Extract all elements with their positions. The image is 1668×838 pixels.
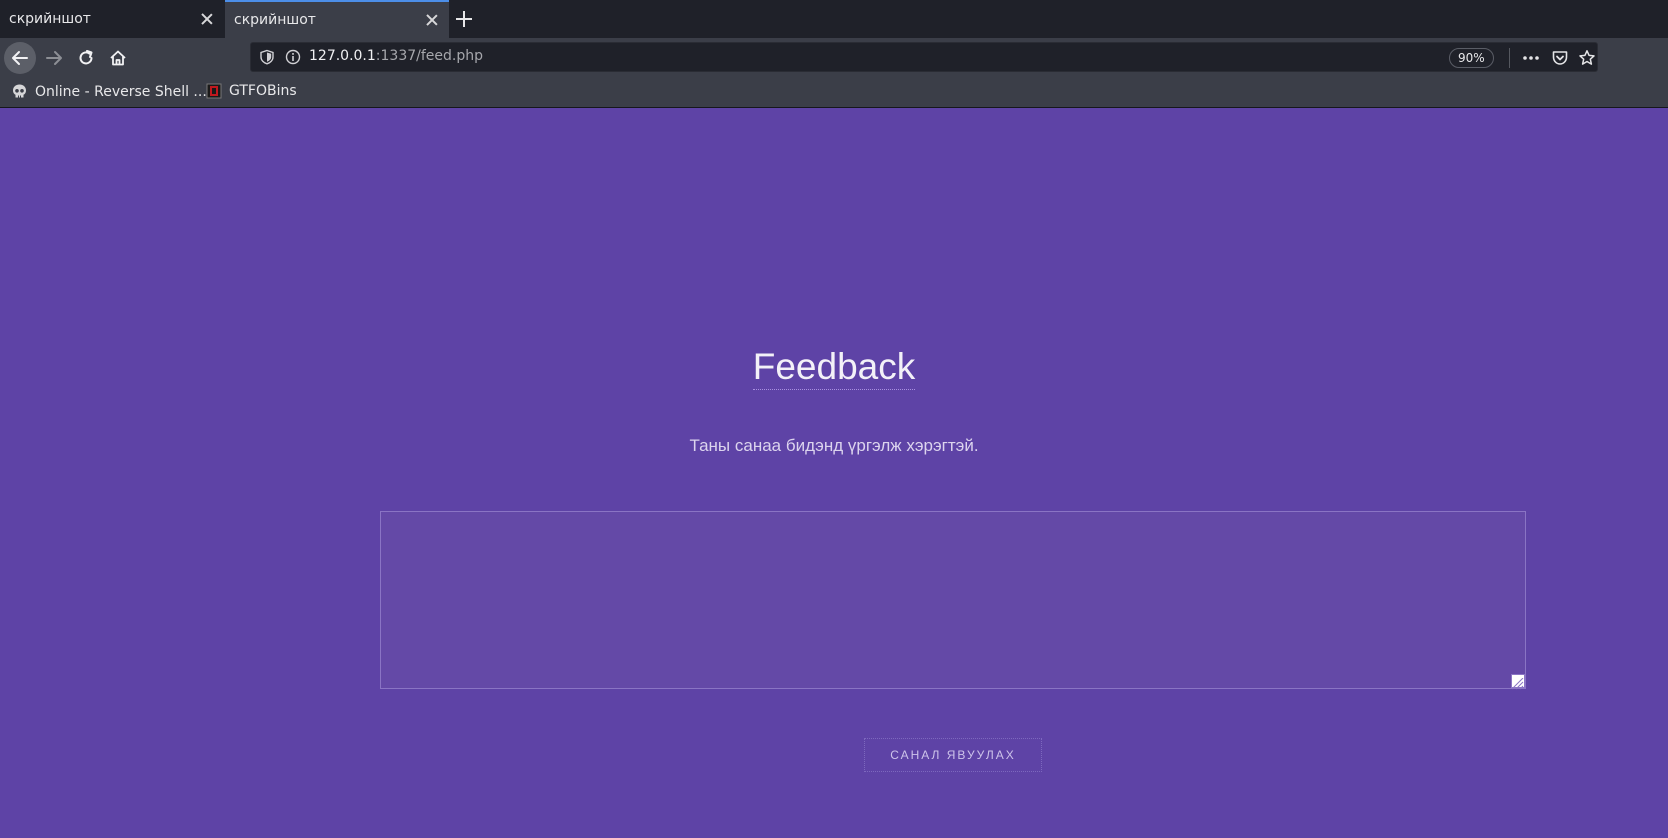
url-path: :1337/feed.php — [375, 48, 483, 64]
info-icon[interactable] — [285, 49, 301, 65]
tab-bar: скрийншот скрийншот — [0, 0, 1668, 38]
skull-icon — [13, 84, 26, 98]
bookmark-reverse-shell[interactable]: Online - Reverse Shell ... — [11, 83, 207, 100]
bookmark-gtfobins[interactable]: GTFOBins — [206, 83, 297, 99]
tab-2[interactable]: скрийншот — [225, 0, 449, 38]
tab-title: скрийншот — [234, 12, 316, 28]
forward-button[interactable] — [38, 42, 70, 74]
bookmark-star-icon[interactable] — [1578, 49, 1596, 67]
home-icon — [110, 50, 126, 66]
bookmark-label: GTFOBins — [229, 83, 297, 99]
tab-title: скрийншот — [9, 11, 91, 27]
home-button[interactable] — [102, 42, 134, 74]
page-content: Feedback Таны санаа бидэнд үргэлж хэрэгт… — [0, 108, 1668, 838]
bookmarks-bar: Online - Reverse Shell ... GTFOBins — [0, 78, 1668, 108]
forward-arrow-icon — [46, 51, 62, 65]
more-actions-icon[interactable] — [1521, 49, 1541, 67]
url-text[interactable]: 127.0.0.1:1337/feed.php — [309, 48, 483, 64]
url-divider — [1509, 48, 1510, 68]
page-title: Feedback — [0, 346, 1668, 390]
shield-icon[interactable] — [259, 49, 275, 65]
back-button[interactable] — [4, 42, 36, 74]
nav-bar: 127.0.0.1:1337/feed.php 90% — [0, 38, 1668, 78]
page-title-text: Feedback — [752, 346, 916, 390]
new-tab-icon[interactable] — [456, 11, 472, 27]
url-host: 127.0.0.1 — [309, 48, 376, 64]
pocket-icon[interactable] — [1551, 49, 1569, 67]
zoom-indicator[interactable]: 90% — [1449, 48, 1494, 68]
reload-icon — [79, 50, 93, 65]
close-icon[interactable] — [425, 13, 439, 27]
close-icon[interactable] — [200, 12, 214, 26]
resize-grip-icon — [1511, 677, 1524, 690]
page-subtitle: Таны санаа бидэнд үргэлж хэрэгтэй. — [689, 436, 979, 455]
tab-1[interactable]: скрийншот — [0, 0, 224, 38]
gtfobins-icon — [206, 83, 222, 99]
resize-handle[interactable] — [1511, 674, 1525, 690]
feedback-textarea[interactable] — [380, 511, 1526, 689]
back-arrow-icon — [12, 51, 28, 65]
submit-feedback-button[interactable]: САНАЛ ЯВУУЛАХ — [864, 738, 1042, 772]
address-bar[interactable]: 127.0.0.1:1337/feed.php 90% — [250, 42, 1598, 72]
reload-button[interactable] — [70, 42, 102, 74]
bookmark-label: Online - Reverse Shell ... — [35, 83, 207, 100]
